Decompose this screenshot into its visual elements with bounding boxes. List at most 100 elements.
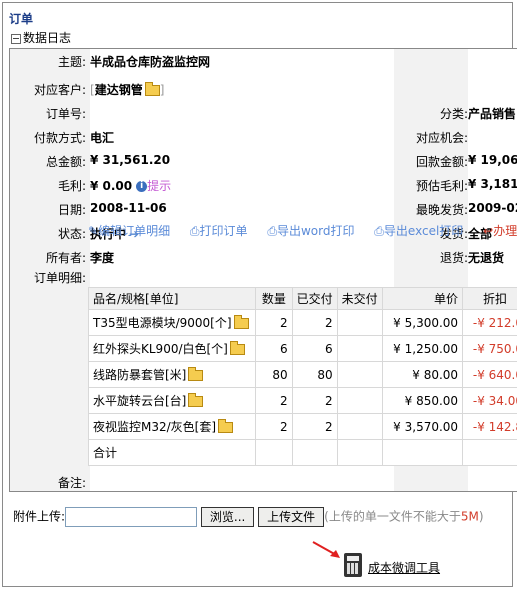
item-name-cell[interactable]: 水平旋转云台[台] xyxy=(87,387,257,414)
collapse-icon[interactable] xyxy=(11,33,21,44)
row-detail: 订单明细: xyxy=(10,269,517,287)
gross-hint-link[interactable]: 提示 xyxy=(147,179,171,193)
item-undelivered xyxy=(336,335,383,362)
item-name-cell[interactable]: T35型电源模块/9000[个] xyxy=(87,309,257,336)
item-name-cell[interactable]: 夜视监控M32/灰色[套] xyxy=(87,413,257,440)
print-order-label[interactable]: 打印订单 xyxy=(200,224,248,238)
col-price: 单价 xyxy=(381,287,464,310)
total-row: 合计 xyxy=(87,439,517,466)
export-excel-link[interactable]: ⎙导出excel打印 xyxy=(374,224,471,238)
gross-value-wrap: ¥ 0.00 i 提示 xyxy=(90,177,171,194)
print-order-link[interactable]: ⎙打印订单 xyxy=(190,224,256,238)
item-undelivered xyxy=(336,309,383,336)
status-label: 状态: xyxy=(57,227,86,241)
calculator-icon[interactable] xyxy=(344,553,362,577)
info-icon[interactable]: i xyxy=(136,181,148,192)
folder-icon[interactable] xyxy=(144,82,160,96)
row-remark: 备注: xyxy=(10,471,517,491)
col-discount: 折扣 xyxy=(462,287,517,310)
item-discount: -¥ 750.0 xyxy=(462,335,517,362)
row-owner: 所有者: 李度 退货: 无退货 xyxy=(10,245,517,269)
payment-value: 电汇 xyxy=(90,131,115,145)
return-link-label[interactable]: 办理退货 xyxy=(493,224,517,238)
item-name-cell[interactable]: 线路防暴套管[米] xyxy=(87,361,257,388)
item-name-cell[interactable]: 红外探头KL900/白色[个] xyxy=(87,335,257,362)
upload-note-end: ) xyxy=(478,509,484,524)
item-price: ¥ 80.00 xyxy=(381,361,464,388)
item-delivered: 6 xyxy=(291,335,338,362)
table-row: T35型电源模块/9000[个] 2 2 ¥ 5,300.00 -¥ 212.0 xyxy=(87,309,517,336)
items-header-row: 品名/规格[单位] 数量 已交付 未交付 单价 折扣 xyxy=(87,287,517,310)
total-cell xyxy=(255,439,293,466)
item-discount: -¥ 34.00 xyxy=(462,387,517,414)
owner-label: 所有者: xyxy=(45,251,86,265)
col-qty: 数量 xyxy=(255,287,293,310)
item-name[interactable]: 红外探头KL900/白色[个] xyxy=(93,342,228,356)
total-cell xyxy=(291,439,338,466)
category-value: 产品销售 xyxy=(468,107,517,121)
total-label: 总金额: xyxy=(45,155,86,169)
upload-limit: 5M xyxy=(460,509,479,524)
total-cell xyxy=(462,439,517,466)
row-date: 日期: 2008-11-06 最晚发货: 2009-02 xyxy=(10,197,517,221)
item-name[interactable]: 线路防暴套管[米] xyxy=(93,368,186,382)
item-name[interactable]: 水平旋转云台[台] xyxy=(93,394,186,408)
customer-name[interactable]: 建达钢管 xyxy=(95,83,143,97)
col-delivered: 已交付 xyxy=(291,287,338,310)
folder-icon[interactable] xyxy=(218,419,234,433)
row-gross: 毛利: ¥ 0.00i提示 预估毛利: ¥ 3,181. xyxy=(10,173,517,197)
item-name[interactable]: 夜视监控M32/灰色[套] xyxy=(93,420,216,434)
browse-button[interactable]: 浏览... xyxy=(200,507,255,527)
data-log-label[interactable]: 数据日志 xyxy=(23,31,71,45)
theme-label: 主题: xyxy=(57,55,86,69)
table-row: 红外探头KL900/白色[个] 6 6 ¥ 1,250.00 -¥ 750.0 xyxy=(87,335,517,362)
total-value: ¥ 31,561.20 xyxy=(90,153,171,167)
item-qty: 2 xyxy=(255,309,293,336)
date-label: 日期: xyxy=(57,203,86,217)
col-name: 品名/规格[单位] xyxy=(87,287,257,310)
total-cell xyxy=(336,439,383,466)
export-excel-label[interactable]: 导出excel打印 xyxy=(384,224,463,238)
total-row-label: 合计 xyxy=(87,439,257,466)
red-arrow-icon xyxy=(312,541,340,558)
item-discount: -¥ 142.8 xyxy=(462,413,517,440)
return-value: 无退货 xyxy=(468,251,505,265)
export-word-label[interactable]: 导出word打印 xyxy=(277,224,355,238)
owner-value: 李度 xyxy=(90,251,115,265)
folder-icon[interactable] xyxy=(188,393,204,407)
folder-icon[interactable] xyxy=(229,341,245,355)
row-customer: 对应客户: [建达钢管] xyxy=(10,77,517,101)
items-table-wrap: 品名/规格[单位] 数量 已交付 未交付 单价 折扣 T35型电源模块/9000… xyxy=(87,287,517,466)
est-gross-label: 预估毛利: xyxy=(415,179,468,193)
item-undelivered xyxy=(336,413,383,440)
upload-button[interactable]: 上传文件 xyxy=(258,507,325,527)
folder-icon[interactable] xyxy=(233,315,249,329)
table-row: 水平旋转云台[台] 2 2 ¥ 850.00 -¥ 34.00 xyxy=(87,387,517,414)
item-delivered: 2 xyxy=(291,309,338,336)
edit-detail-link[interactable]: ✎编辑订单明细 xyxy=(88,224,178,238)
item-name[interactable]: T35型电源模块/9000[个] xyxy=(93,316,232,330)
folder-icon[interactable] xyxy=(188,367,204,381)
col-undelivered: 未交付 xyxy=(336,287,383,310)
order-no-label: 订单号: xyxy=(45,107,86,121)
data-log-link[interactable]: 数据日志 xyxy=(11,29,71,46)
edit-detail-label[interactable]: 编辑订单明细 xyxy=(98,224,170,238)
return-label: 退货: xyxy=(439,251,468,265)
item-delivered: 80 xyxy=(291,361,338,388)
cost-tool-link[interactable]: 成本微调工具 xyxy=(368,559,440,576)
item-qty: 6 xyxy=(255,335,293,362)
upload-file-input[interactable] xyxy=(65,507,198,527)
return-link[interactable]: ↩办理退货 xyxy=(483,224,517,238)
item-qty: 2 xyxy=(255,413,293,440)
customer-value[interactable]: [建达钢管] xyxy=(90,81,164,98)
opportunity-label: 对应机会: xyxy=(415,131,468,145)
item-discount: -¥ 212.0 xyxy=(462,309,517,336)
items-table: 品名/规格[单位] 数量 已交付 未交付 单价 折扣 T35型电源模块/9000… xyxy=(87,287,517,466)
item-delivered: 2 xyxy=(291,413,338,440)
payment-label: 付款方式: xyxy=(33,131,86,145)
item-undelivered xyxy=(336,361,383,388)
item-price: ¥ 850.00 xyxy=(381,387,464,414)
export-word-link[interactable]: ⎙导出word打印 xyxy=(267,224,362,238)
item-qty: 80 xyxy=(255,361,293,388)
received-value: ¥ 19,061 xyxy=(468,153,517,167)
